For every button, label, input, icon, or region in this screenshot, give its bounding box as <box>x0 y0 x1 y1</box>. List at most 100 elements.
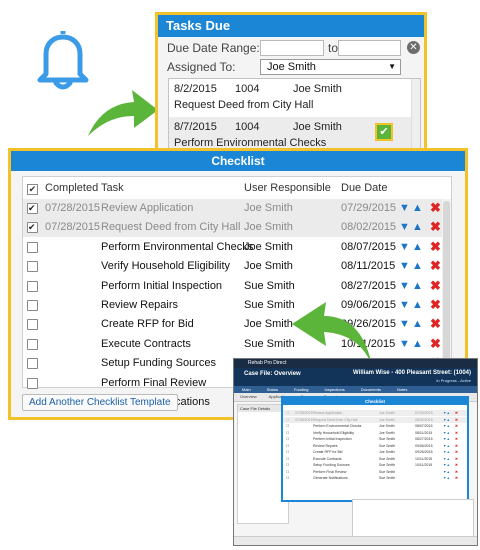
move-down-icon[interactable]: ▼ <box>399 298 410 313</box>
mini-table-row: ☐ Review Repairs Sue Smith 09/06/2015 ▼▲ ✖ <box>283 443 467 449</box>
task-date: 8/2/2015 <box>174 83 217 95</box>
move-up-icon[interactable]: ▲ <box>412 259 423 274</box>
mini-table-row: ☐ Perform Environmental Checks Joe Smith 08… <box>283 423 467 429</box>
task-user: Joe Smith <box>293 121 342 133</box>
row-checkbox[interactable] <box>27 261 38 273</box>
mini-page-title: Case File: Overview <box>244 371 301 377</box>
move-down-icon[interactable]: ▼ <box>399 259 410 274</box>
mini-due: 08/27/2015 <box>415 437 433 441</box>
task-name: Execute Contracts <box>101 337 191 350</box>
due-date-to-input[interactable] <box>338 40 401 56</box>
move-up-icon[interactable]: ▲ <box>412 298 423 313</box>
delete-icon[interactable]: ✖ <box>430 200 441 216</box>
row-checkbox[interactable] <box>27 280 38 292</box>
tasks-due-title: Tasks Due <box>158 15 424 37</box>
mini-task: Review Repairs <box>313 443 338 448</box>
due-date-from-input[interactable] <box>260 40 324 56</box>
mini-delete-icon: ✖ <box>455 469 458 474</box>
to-label: to <box>328 41 339 55</box>
mini-right-pane <box>352 499 474 537</box>
mini-due: 09/26/2015 <box>415 450 433 454</box>
move-down-icon[interactable]: ▼ <box>399 337 410 352</box>
task-name: Perform Environmental Checks <box>101 240 254 253</box>
table-row: Perform Environmental Checks Joe Smith 08/… <box>23 238 451 257</box>
mini-user: Joe Smith <box>379 417 395 422</box>
move-up-icon[interactable]: ▲ <box>412 220 423 235</box>
mini-checklist-title: Checklist <box>283 398 467 405</box>
mini-table-row: ☐ Generate Notifications Sue Smith ▼▲ ✖ <box>283 475 467 481</box>
row-checkbox[interactable] <box>27 218 38 237</box>
mini-tabs: Main Status Funding Inspections Documents Not… <box>234 386 477 393</box>
move-down-icon[interactable]: ▼ <box>399 220 410 235</box>
row-checkbox[interactable] <box>27 241 38 253</box>
assigned-to-select[interactable]: Joe Smith ▼ <box>260 59 401 75</box>
task-date: 8/7/2015 <box>174 121 217 133</box>
row-checkbox[interactable] <box>27 358 38 370</box>
mini-due: 07/29/2015 <box>415 411 433 415</box>
table-row: Verify Household Eligibility Joe Smith 08/… <box>23 257 451 276</box>
task-number: 1004 <box>235 83 260 95</box>
row-checkbox[interactable] <box>27 300 38 311</box>
mini-due: 09/06/2015 <box>415 443 433 448</box>
mini-task: Generate Notifications <box>313 476 348 480</box>
list-item[interactable]: 8/2/2015 1004 Joe Smith Request Deed fro… <box>169 79 420 117</box>
mini-user: Sue Smith <box>379 469 396 474</box>
mini-move-icon: ▼▲ <box>443 417 450 422</box>
checklist-header: ✔ Completed Task User Responsible Due Da… <box>23 177 451 199</box>
mini-checkbox: ☐ <box>286 463 290 467</box>
mini-delete-icon: ✖ <box>455 476 458 480</box>
task-name: Perform Initial Inspection <box>101 279 223 292</box>
delete-icon[interactable]: ✖ <box>430 219 441 235</box>
move-up-icon[interactable]: ▲ <box>412 337 423 352</box>
mini-delete-icon: ✖ <box>455 443 458 448</box>
task-name: Verify Household Eligibility <box>101 260 231 273</box>
row-checkbox[interactable] <box>27 319 38 331</box>
task-name: Review Repairs <box>101 299 179 311</box>
mini-checkbox: ☐ <box>286 430 290 435</box>
mini-move-icon: ▼▲ <box>443 456 450 461</box>
check-icon: ✔ <box>375 123 393 141</box>
delete-icon[interactable]: ✖ <box>430 297 441 313</box>
move-up-icon[interactable]: ▲ <box>412 317 423 332</box>
clear-icon[interactable]: ✕ <box>407 41 420 54</box>
mini-task: Perform Initial Inspection <box>313 437 352 441</box>
mini-user: Joe Smith <box>379 430 395 435</box>
add-checklist-template-button[interactable]: Add Another Checklist Template <box>22 394 178 411</box>
mini-move-icon: ▼▲ <box>443 424 450 428</box>
move-up-icon[interactable]: ▲ <box>412 279 423 294</box>
delete-icon[interactable]: ✖ <box>430 336 441 352</box>
due-date: 07/29/2015 <box>341 202 397 214</box>
mini-move-icon: ▼▲ <box>443 443 450 448</box>
mini-table-row: ☐ Execute Contracts Sue Smith 10/11/2015 ▼▲ ✖ <box>283 456 467 462</box>
row-checkbox[interactable] <box>27 377 38 389</box>
mini-user: Sue Smith <box>379 437 396 441</box>
delete-icon[interactable]: ✖ <box>430 239 441 255</box>
move-up-icon[interactable]: ▲ <box>412 201 423 216</box>
task-name: Perform Final Review <box>101 376 207 389</box>
arrow-right-icon <box>88 90 158 136</box>
mini-table-row: ☐ Verify Household Eligibility Joe Smith 08… <box>283 430 467 436</box>
move-down-icon[interactable]: ▼ <box>399 201 410 216</box>
task-number: 1004 <box>235 121 260 133</box>
row-checkbox[interactable] <box>27 199 38 218</box>
delete-icon[interactable]: ✖ <box>430 316 441 332</box>
mini-move-icon: ▼▲ <box>443 476 450 480</box>
mini-table-row: ☐ Setup Funding Sources Sue Smith 10/11/201… <box>283 462 467 468</box>
mini-table-row: ☐ Create RFP for Bid Joe Smith 09/26/2015 ▼▲… <box>283 449 467 455</box>
checklist-table: ✔ Completed Task User Responsible Due Da… <box>22 176 452 409</box>
task-name: Request Deed from City Hall <box>101 221 241 234</box>
mini-due: 08/07/2015 <box>415 424 433 428</box>
delete-icon[interactable]: ✖ <box>430 278 441 294</box>
select-all-checkbox[interactable]: ✔ <box>27 184 38 195</box>
move-down-icon[interactable]: ▼ <box>399 317 410 332</box>
mini-task: Perform Environmental Checks <box>313 424 362 428</box>
mini-task: Perform Final Review <box>313 469 347 474</box>
mini-checkbox: ☐ <box>286 450 290 454</box>
move-down-icon[interactable]: ▼ <box>399 240 410 255</box>
move-down-icon[interactable]: ▼ <box>399 279 410 294</box>
mini-due: 08/02/2015 <box>415 417 433 422</box>
table-row: Review Repairs Sue Smith 09/06/2015 ▼ ▲ ✖ <box>23 296 451 315</box>
delete-icon[interactable]: ✖ <box>430 258 441 274</box>
row-checkbox[interactable] <box>27 338 38 350</box>
move-up-icon[interactable]: ▲ <box>412 240 423 255</box>
